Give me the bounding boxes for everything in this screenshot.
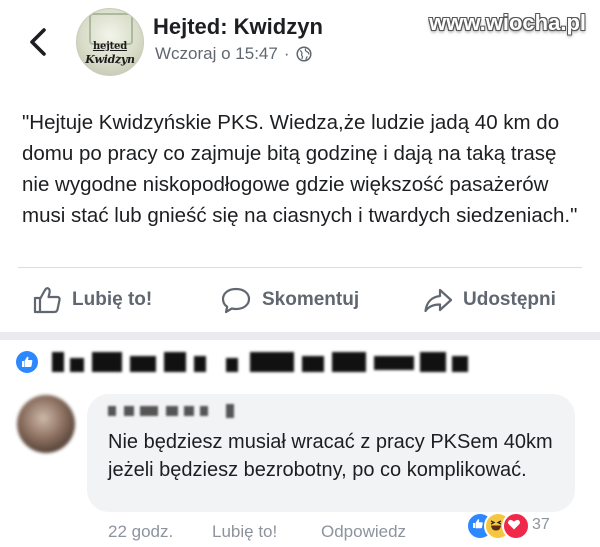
share-icon: [424, 288, 453, 313]
chevron-left-icon: [30, 28, 46, 56]
like-button[interactable]: Lubię to!: [32, 278, 152, 322]
post-actions: Lubię to! Skomentuj Udostępni: [0, 278, 600, 322]
avatar-text-line1: hejted: [92, 41, 128, 52]
comment-reply-button[interactable]: Odpowiedz: [321, 522, 406, 542]
page-name[interactable]: Hejted: Kwidzyn: [153, 14, 323, 40]
comment-icon: [221, 287, 251, 314]
comment-reactions[interactable]: 37: [466, 512, 576, 540]
divider: [18, 267, 582, 268]
comment-text: Nie będziesz musiał wracać z pracy PKSem…: [108, 431, 553, 481]
comment-button[interactable]: Skomentuj: [220, 278, 359, 322]
comment-like-button[interactable]: Lubię to!: [212, 522, 277, 542]
thumbs-up-icon: [33, 287, 61, 314]
commenter-avatar[interactable]: [17, 395, 75, 453]
post-timestamp[interactable]: Wczoraj o 15:47: [155, 44, 278, 64]
heart-reaction-icon: [502, 512, 530, 540]
section-divider: [0, 332, 600, 340]
meta-separator: ·: [283, 44, 290, 63]
comment-label: Skomentuj: [262, 289, 360, 310]
back-button[interactable]: [22, 22, 56, 62]
page-avatar[interactable]: hejted Kwidzyn: [76, 8, 144, 76]
post-meta: Wczoraj o 15:47 ·: [155, 44, 312, 64]
share-label: Udostępni: [463, 289, 556, 310]
avatar-text-line2: Kwidzyn: [85, 53, 135, 66]
globe-icon: [295, 46, 312, 62]
comment-time[interactable]: 22 godz.: [108, 522, 173, 542]
like-reaction-icon[interactable]: [16, 351, 38, 373]
reaction-count: 37: [532, 516, 550, 533]
post-text: "Hejtuje Kwidzyńskie PKS. Wiedza,że ludz…: [22, 111, 578, 227]
like-label: Lubię to!: [72, 289, 153, 310]
watermark: www.wiocha.pl: [429, 10, 586, 35]
share-button[interactable]: Udostępni: [423, 278, 556, 322]
